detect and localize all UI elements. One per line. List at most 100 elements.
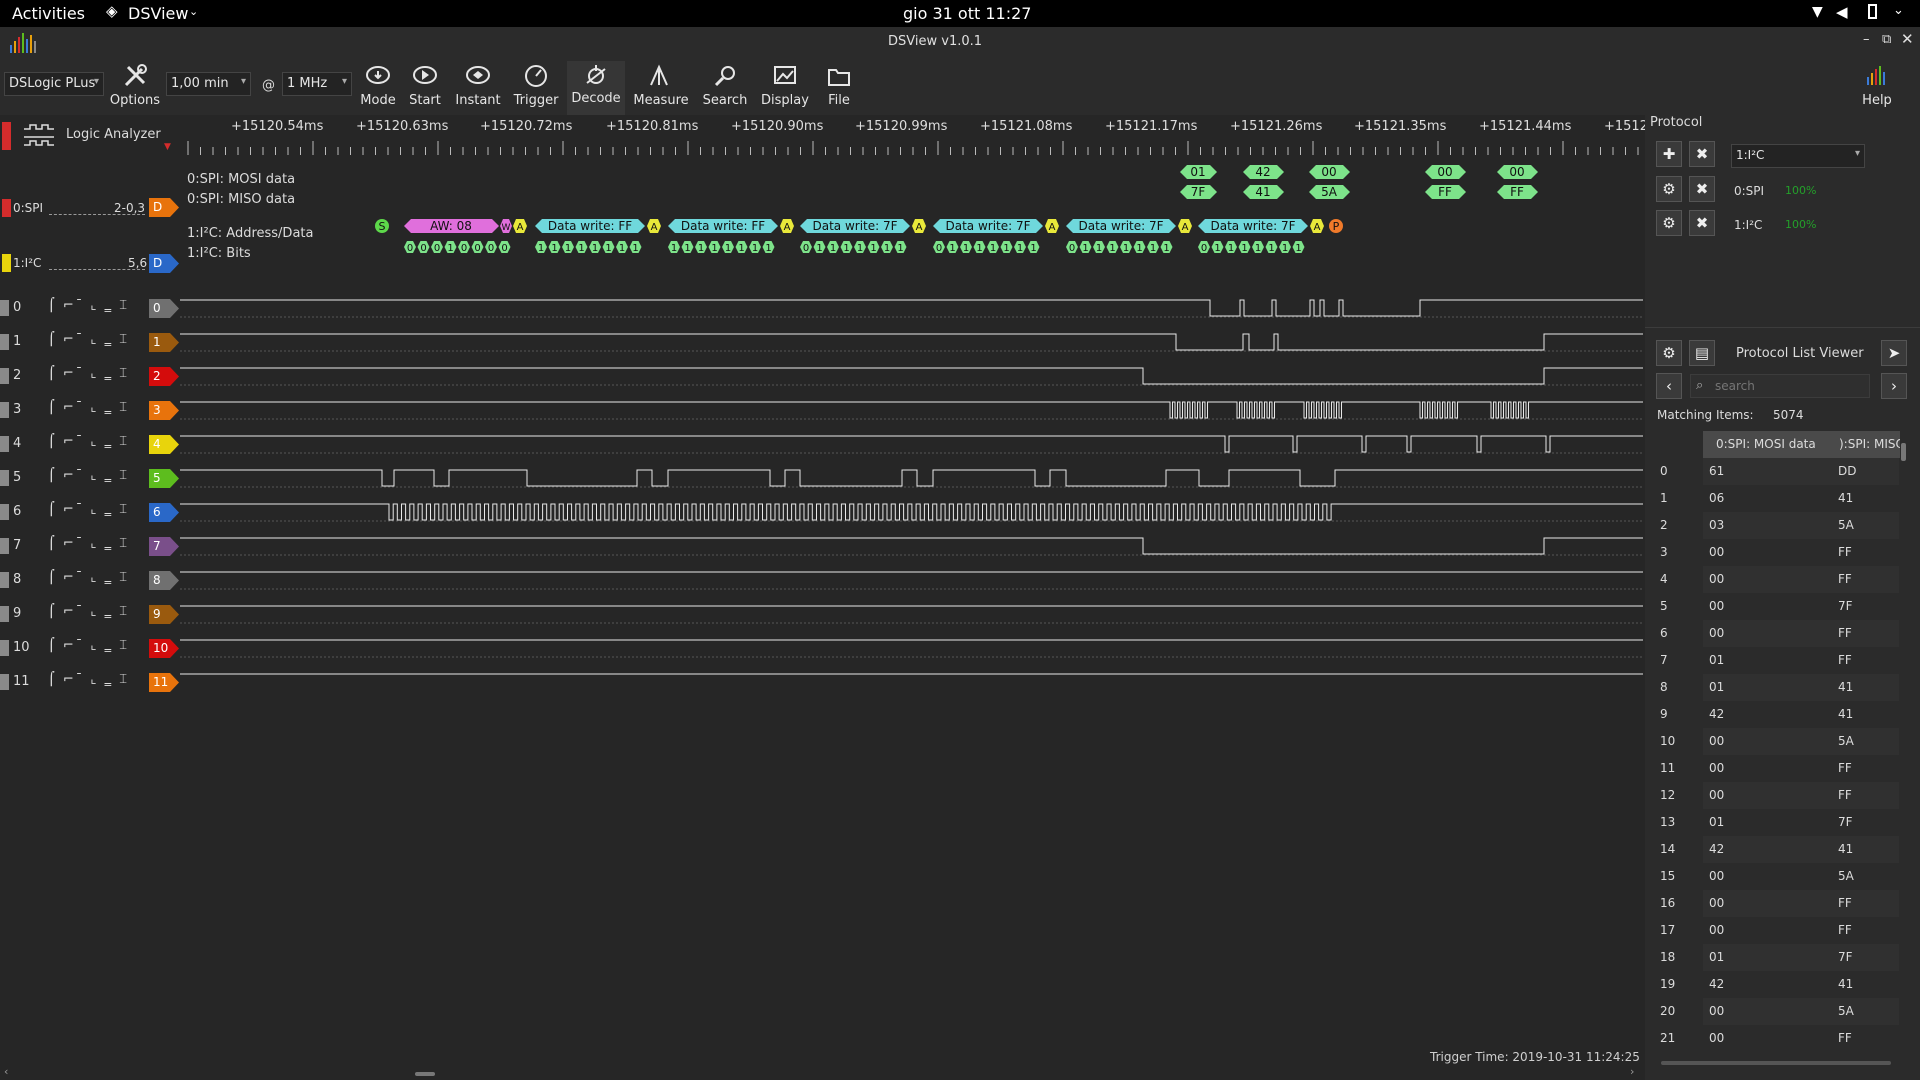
list-settings-button[interactable]: ⚙ (1656, 340, 1682, 366)
search-button[interactable]: Search (699, 63, 751, 115)
channel-select-marker[interactable] (0, 300, 9, 316)
trigger-edge-icons[interactable]: ⌠ ⌐¯ ⌞ ‗ ⌶ (48, 570, 129, 585)
channel-select-marker[interactable] (0, 538, 9, 554)
table-row[interactable]: 0 61 DD (1657, 458, 1899, 485)
volume-icon[interactable]: ◀ (1836, 3, 1848, 21)
waveform-area[interactable]: Logic Analyzer ▼ +15120.54ms +15120.63ms +… (0, 115, 1648, 1080)
channel-tag[interactable]: 1 (149, 333, 179, 352)
list-vertical-scrollbar[interactable] (1901, 433, 1906, 1039)
trigger-button[interactable]: Trigger (510, 63, 562, 115)
list-save-button[interactable]: ▤ (1689, 340, 1715, 366)
trigger-edge-icons[interactable]: ⌠ ⌐¯ ⌞ ‗ ⌶ (48, 672, 129, 687)
trigger-edge-icons[interactable]: ⌠ ⌐¯ ⌞ ‗ ⌶ (48, 468, 129, 483)
search-box[interactable]: ⌕ (1690, 374, 1870, 398)
restore-icon[interactable]: ⧉ (1882, 32, 1891, 47)
instant-button[interactable]: Instant (452, 63, 504, 115)
channel-tag[interactable]: 10 (149, 639, 179, 658)
channel-select-marker[interactable] (0, 470, 9, 486)
wifi-icon[interactable]: ▼ (1812, 4, 1823, 20)
help-button[interactable]: Help (1853, 63, 1901, 115)
table-row[interactable]: 14 42 41 (1657, 836, 1899, 863)
start-button[interactable]: Start (403, 63, 447, 115)
channel-tag[interactable]: 6 (149, 503, 179, 522)
trigger-edge-icons[interactable]: ⌠ ⌐¯ ⌞ ‗ ⌶ (48, 638, 129, 653)
channel-select-marker[interactable] (0, 640, 9, 656)
channel-select-marker[interactable] (0, 436, 9, 452)
battery-icon[interactable] (1868, 4, 1877, 19)
table-row[interactable]: 21 00 FF (1657, 1025, 1899, 1052)
horizontal-scrollbar[interactable]: ‹ › (0, 1065, 1645, 1080)
list-scrollbar-thumb[interactable] (1901, 443, 1906, 461)
close-icon[interactable]: ✕ (1901, 30, 1914, 48)
table-row[interactable]: 6 00 FF (1657, 620, 1899, 647)
channel-tag[interactable]: 3 (149, 401, 179, 420)
table-row[interactable]: 12 00 FF (1657, 782, 1899, 809)
channel-row[interactable]: 9 ⌠ ⌐¯ ⌞ ‗ ⌶ 9 (0, 597, 1645, 631)
trigger-edge-icons[interactable]: ⌠ ⌐¯ ⌞ ‗ ⌶ (48, 536, 129, 551)
channel-select-marker[interactable] (0, 674, 9, 690)
channel-row[interactable]: 8 ⌠ ⌐¯ ⌞ ‗ ⌶ 8 (0, 563, 1645, 597)
display-button[interactable]: Display (757, 63, 813, 115)
channel-tag[interactable]: 8 (149, 571, 179, 590)
trigger-edge-icons[interactable]: ⌠ ⌐¯ ⌞ ‗ ⌶ (48, 332, 129, 347)
channel-row[interactable]: 1 ⌠ ⌐¯ ⌞ ‗ ⌶ 1 (0, 325, 1645, 359)
minimize-icon[interactable]: – (1863, 32, 1870, 47)
channel-select-marker[interactable] (0, 334, 9, 350)
device-select[interactable]: DSLogic PLus ▾ (4, 72, 104, 96)
channel-tag[interactable]: 11 (149, 673, 179, 692)
file-button[interactable]: File (818, 63, 860, 115)
channel-row[interactable]: 4 ⌠ ⌐¯ ⌞ ‗ ⌶ 4 (0, 427, 1645, 461)
column-header-miso[interactable]: ):SPI: MISO (1829, 431, 1900, 458)
channel-row[interactable]: 3 ⌠ ⌐¯ ⌞ ‗ ⌶ 3 (0, 393, 1645, 427)
app-menu[interactable]: DSView (128, 4, 188, 23)
scroll-left-icon[interactable]: ‹ (4, 1065, 8, 1078)
search-next-button[interactable]: › (1881, 373, 1907, 399)
channel-row[interactable]: 7 ⌠ ⌐¯ ⌞ ‗ ⌶ 7 (0, 529, 1645, 563)
scrollbar-thumb[interactable] (415, 1072, 435, 1076)
scroll-right-icon[interactable]: › (1630, 1065, 1634, 1078)
duration-select[interactable]: 1,00 min ▾ (166, 72, 251, 96)
i2c-remove-button[interactable]: ✖ (1689, 210, 1715, 236)
table-row[interactable]: 19 42 41 (1657, 971, 1899, 998)
table-row[interactable]: 9 42 41 (1657, 701, 1899, 728)
table-row[interactable]: 10 00 5A (1657, 728, 1899, 755)
channel-row[interactable]: 10 ⌠ ⌐¯ ⌞ ‗ ⌶ 10 (0, 631, 1645, 665)
table-row[interactable]: 2 03 5A (1657, 512, 1899, 539)
channel-select-marker[interactable] (0, 606, 9, 622)
table-row[interactable]: 15 00 5A (1657, 863, 1899, 890)
options-button[interactable]: Options (108, 63, 162, 115)
channel-tag[interactable]: 7 (149, 537, 179, 556)
system-menu-arrow-icon[interactable]: ⌄ (1893, 3, 1904, 18)
trigger-edge-icons[interactable]: ⌠ ⌐¯ ⌞ ‗ ⌶ (48, 298, 129, 313)
samplerate-select[interactable]: 1 MHz ▾ (282, 72, 352, 96)
table-row[interactable]: 4 00 FF (1657, 566, 1899, 593)
table-row[interactable]: 13 01 7F (1657, 809, 1899, 836)
channel-select-marker[interactable] (0, 368, 9, 384)
table-row[interactable]: 3 00 FF (1657, 539, 1899, 566)
protocol-select[interactable]: 1:I²C ▾ (1731, 144, 1865, 168)
measure-button[interactable]: Measure (630, 63, 692, 115)
channel-tag[interactable]: 9 (149, 605, 179, 624)
trigger-edge-icons[interactable]: ⌠ ⌐¯ ⌞ ‗ ⌶ (48, 604, 129, 619)
add-protocol-button[interactable]: ✚ (1656, 141, 1682, 167)
channel-select-marker[interactable] (0, 402, 9, 418)
trigger-edge-icons[interactable]: ⌠ ⌐¯ ⌞ ‗ ⌶ (48, 434, 129, 449)
i2c-settings-button[interactable]: ⚙ (1656, 210, 1682, 236)
table-row[interactable]: 5 00 7F (1657, 593, 1899, 620)
trigger-edge-icons[interactable]: ⌠ ⌐¯ ⌞ ‗ ⌶ (48, 366, 129, 381)
search-prev-button[interactable]: ‹ (1656, 373, 1682, 399)
list-horizontal-scrollbar[interactable] (1661, 1061, 1891, 1065)
table-row[interactable]: 20 00 5A (1657, 998, 1899, 1025)
clock[interactable]: gio 31 ott 11:27 (903, 4, 1031, 23)
channel-select-marker[interactable] (0, 504, 9, 520)
trigger-edge-icons[interactable]: ⌠ ⌐¯ ⌞ ‗ ⌶ (48, 502, 129, 517)
channel-tag[interactable]: 2 (149, 367, 179, 386)
list-jump-button[interactable]: ➤ (1881, 340, 1907, 366)
activities-button[interactable]: Activities (12, 4, 85, 23)
table-row[interactable]: 8 01 41 (1657, 674, 1899, 701)
channel-row[interactable]: 0 ⌠ ⌐¯ ⌞ ‗ ⌶ 0 (0, 291, 1645, 325)
remove-all-protocol-button[interactable]: ✖ (1689, 141, 1715, 167)
spi-settings-button[interactable]: ⚙ (1656, 176, 1682, 202)
table-row[interactable]: 18 01 7F (1657, 944, 1899, 971)
channel-tag[interactable]: 5 (149, 469, 179, 488)
